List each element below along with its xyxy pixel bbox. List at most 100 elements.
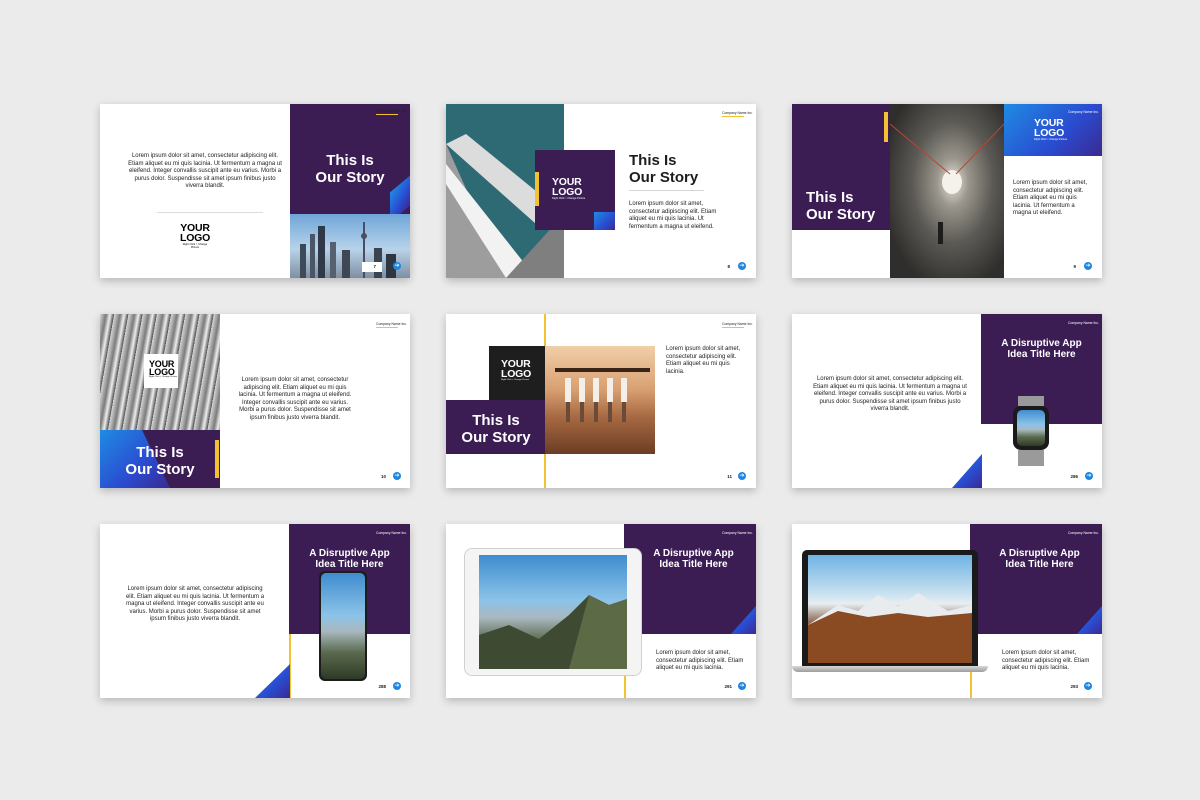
title-line-2: Our Story bbox=[629, 169, 699, 186]
slide-1[interactable]: Lorem ipsum dolor sit amet, consectetur … bbox=[100, 104, 410, 278]
page-number: 288 bbox=[378, 684, 386, 689]
slide-title: This Is Our Story bbox=[451, 412, 541, 446]
title-line-1: This Is bbox=[136, 444, 184, 461]
yellow-accent-bar bbox=[535, 172, 539, 206]
page-number: 9 bbox=[1073, 264, 1076, 269]
slide-5[interactable]: Company Name Inc. YOUR LOGO Right Click … bbox=[446, 314, 756, 488]
slide-body-text: Lorem ipsum dolor sit amet, consectetur … bbox=[629, 201, 717, 230]
smartwatch-device bbox=[1013, 406, 1049, 450]
accent-shape bbox=[952, 454, 982, 488]
title-line-2: Idea Title Here bbox=[1007, 349, 1076, 360]
title-line-1: This Is bbox=[472, 412, 520, 429]
arrow-right-icon[interactable]: ➔ bbox=[393, 472, 401, 480]
slide-title: A Disruptive App Idea Title Here bbox=[984, 338, 1099, 360]
title-line-1: This Is bbox=[806, 189, 854, 206]
page-number: 10 bbox=[380, 474, 386, 479]
logo-panel: YOUR LOGO Right Click > Change Picture bbox=[489, 346, 545, 400]
slide-body-text: Lorem ipsum dolor sit amet, consectetur … bbox=[1002, 650, 1090, 672]
skyline-silhouette bbox=[300, 222, 396, 278]
slide-body-text: Lorem ipsum dolor sit amet, consectetur … bbox=[128, 153, 282, 190]
slide-body-text: Lorem ipsum dolor sit amet, consectetur … bbox=[1013, 180, 1088, 217]
title-line-1: This Is bbox=[629, 152, 677, 169]
slide-title: This Is Our Story bbox=[806, 189, 875, 223]
logo: YOUR LOGO Right Click > Change Picture bbox=[149, 360, 177, 379]
slide-3[interactable]: This Is Our Story Company Name Inc. YOUR… bbox=[792, 104, 1102, 278]
laptop-base bbox=[792, 666, 988, 672]
logo-line-2: LOGO bbox=[501, 367, 532, 380]
divider bbox=[157, 212, 263, 213]
arrow-right-icon[interactable]: ➔ bbox=[738, 682, 746, 690]
company-name: Company Name Inc. bbox=[722, 531, 753, 535]
arrow-right-icon[interactable]: ➔ bbox=[738, 472, 746, 480]
tunnel-image bbox=[889, 104, 1005, 278]
title-line-1: A Disruptive App bbox=[1001, 338, 1082, 349]
company-name: Company Name Inc. bbox=[376, 531, 407, 535]
tablet-device bbox=[464, 548, 642, 676]
company-name: Company Name Inc. bbox=[1068, 531, 1099, 535]
title-line-1: A Disruptive App bbox=[653, 548, 734, 559]
logo-subtitle: Right Click > Change Picture bbox=[1034, 138, 1068, 141]
yellow-accent-bar bbox=[884, 112, 888, 142]
logo-line-2: LOGO bbox=[552, 185, 583, 198]
logo: YOUR LOGO Right Click > Change Picture bbox=[552, 177, 585, 200]
slide-2[interactable]: YOUR LOGO Right Click > Change Picture C… bbox=[446, 104, 756, 278]
slide-title: A Disruptive App Idea Title Here bbox=[292, 548, 407, 570]
title-line-2: Our Story bbox=[125, 461, 195, 478]
phone-screen-image bbox=[321, 573, 365, 679]
logo-subtitle: Right Click > Change Picture bbox=[501, 379, 530, 381]
page-number: 8 bbox=[727, 264, 730, 269]
company-name: Company Name Inc. bbox=[722, 322, 753, 326]
slide-body-text: Lorem ipsum dolor sit amet, consectetur … bbox=[656, 650, 744, 672]
slide-body-text: Lorem ipsum dolor sit amet, consectetur … bbox=[666, 346, 741, 375]
slide-body-text: Lorem ipsum dolor sit amet, consectetur … bbox=[238, 377, 352, 421]
logo-box: YOUR LOGO Right Click > Change Picture bbox=[144, 354, 178, 388]
title-line-1: A Disruptive App bbox=[999, 548, 1080, 559]
page-number: 11 bbox=[727, 474, 732, 479]
slide-9[interactable]: Company Name Inc. A Disruptive App Idea … bbox=[792, 524, 1102, 698]
company-underline bbox=[722, 327, 744, 328]
arrow-right-icon[interactable]: ➔ bbox=[1084, 682, 1092, 690]
title-line-2: Idea Title Here bbox=[1005, 559, 1074, 570]
tunnel-lines bbox=[889, 123, 1005, 244]
arrow-right-icon[interactable]: ➔ bbox=[1085, 472, 1093, 480]
title-line-2: Our Story bbox=[315, 169, 385, 186]
tablet-screen-image bbox=[479, 555, 627, 669]
mountain-silhouette bbox=[808, 593, 972, 663]
slide-7[interactable]: Lorem ipsum dolor sit amet, consectetur … bbox=[100, 524, 410, 698]
logo: YOUR LOGO Right Click > Change Picture bbox=[501, 359, 532, 381]
slide-8[interactable]: Company Name Inc. A Disruptive App Idea … bbox=[446, 524, 756, 698]
rowers-silhouette bbox=[555, 368, 650, 422]
logo-line-2: LOGO bbox=[1034, 126, 1065, 139]
title-line-2: Our Story bbox=[806, 206, 876, 223]
title-line-2: Idea Title Here bbox=[659, 559, 728, 570]
company-underline bbox=[722, 116, 744, 117]
logo: YOUR LOGO Right Click > Change Picture bbox=[180, 223, 210, 249]
slide-title: A Disruptive App Idea Title Here bbox=[636, 548, 751, 570]
title-line-1: A Disruptive App bbox=[309, 548, 390, 559]
slide-4[interactable]: YOUR LOGO Right Click > Change Picture T… bbox=[100, 314, 410, 488]
slide-body-text: Lorem ipsum dolor sit amet, consectetur … bbox=[125, 586, 265, 623]
arrow-right-icon[interactable]: ➔ bbox=[1084, 262, 1092, 270]
title-panel bbox=[970, 524, 1102, 634]
watch-band-bottom bbox=[1018, 450, 1044, 466]
smartphone-device bbox=[319, 571, 367, 681]
title-panel bbox=[624, 524, 756, 634]
slide-title: This Is Our Story bbox=[300, 152, 400, 186]
rowing-team-image bbox=[545, 346, 655, 454]
company-name: Company Name Inc. bbox=[722, 111, 753, 115]
page-number: 286 bbox=[1070, 474, 1078, 479]
accent-shape bbox=[255, 664, 290, 698]
slide-title: This Is Our Story bbox=[110, 444, 210, 478]
arrow-right-icon[interactable]: ➔ bbox=[393, 682, 401, 690]
slide-body-text: Lorem ipsum dolor sit amet, consectetur … bbox=[813, 376, 967, 413]
yellow-accent-bar bbox=[215, 440, 219, 478]
mountain-silhouette bbox=[479, 595, 627, 669]
slide-6[interactable]: Lorem ipsum dolor sit amet, consectetur … bbox=[792, 314, 1102, 488]
title-line-2: Idea Title Here bbox=[315, 559, 384, 570]
slide-title: A Disruptive App Idea Title Here bbox=[982, 548, 1097, 570]
logo-subtitle: Right Click > Change Picture bbox=[182, 243, 208, 249]
arrow-right-icon[interactable]: ➔ bbox=[393, 262, 401, 270]
divider bbox=[629, 190, 704, 191]
arrow-right-icon[interactable]: ➔ bbox=[738, 262, 746, 270]
company-name: Company Name Inc. bbox=[376, 109, 407, 113]
